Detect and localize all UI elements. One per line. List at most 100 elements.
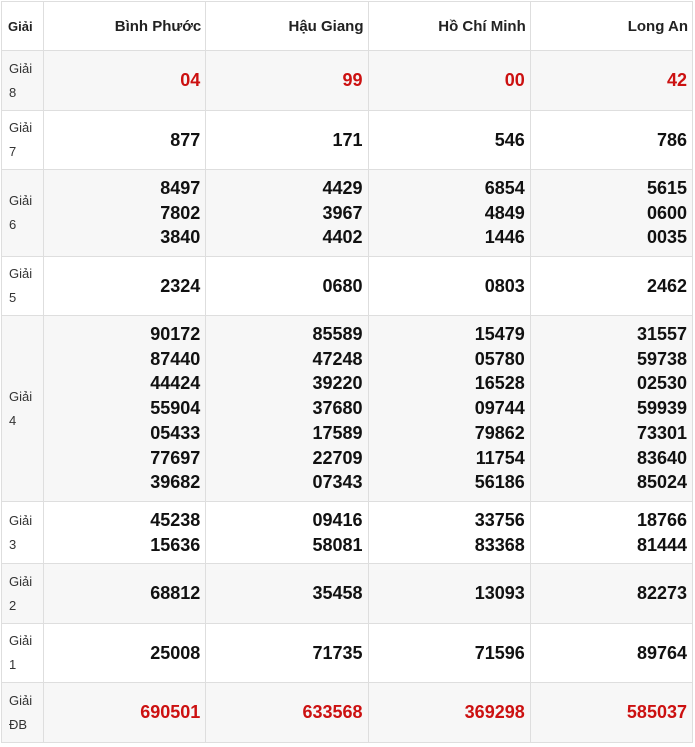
result-number: 22709	[312, 447, 363, 468]
prize-row-4: Giải 4 90172 87440 44424 55904 05433 77697 39682…	[0, 315, 694, 502]
result-number: 89764	[636, 642, 687, 663]
result-number: 690501	[140, 702, 201, 723]
result-number: 25008	[150, 642, 201, 663]
result-number: 45238	[150, 509, 201, 530]
result-cell-ho-chi-minh: 0803	[367, 256, 531, 316]
result-number: 09744	[474, 398, 525, 419]
result-number: 55904	[150, 398, 201, 419]
result-number: 17589	[312, 422, 363, 443]
result-number: 11754	[475, 447, 525, 468]
result-number: 369298	[464, 702, 525, 723]
result-number: 71735	[312, 642, 363, 663]
province-binh-phuoc: Bình Phước	[43, 1, 207, 51]
result-number: 79862	[474, 422, 525, 443]
result-number: 8497	[160, 177, 201, 198]
result-number: 13093	[474, 583, 525, 604]
result-number: 81444	[636, 534, 687, 555]
prize-label: Giải 6	[0, 169, 45, 257]
result-number: 02530	[636, 373, 687, 394]
result-number: 87440	[150, 348, 201, 369]
result-number: 47248	[312, 348, 363, 369]
result-number: 6854	[484, 177, 525, 198]
prize-label-word: Giải	[9, 633, 33, 648]
result-number: 546	[494, 129, 525, 150]
prize-label: Giải 2	[0, 563, 45, 624]
prize-label-word: Giải	[9, 692, 33, 708]
result-number: 5615	[646, 177, 687, 198]
result-number: 90172	[150, 323, 201, 344]
result-cell-long-an: 42	[529, 50, 694, 111]
prize-row-3: Giải 3 45238 15636 09416 58081 33756 83368 18766…	[0, 501, 694, 564]
result-cell-long-an: 2462	[529, 256, 694, 316]
result-number: 1446	[484, 227, 525, 248]
province-hau-giang: Hậu Giang	[205, 1, 369, 51]
result-number: 09416	[312, 509, 363, 530]
lottery-results-table: Giải Bình Phước Hậu Giang Hồ Chí Minh Lo…	[0, 1, 694, 743]
prize-label: Giải ĐB	[0, 682, 45, 743]
prize-label-word: Giải	[9, 266, 33, 281]
prize-label-rank: ĐB	[9, 716, 28, 732]
result-number: 85024	[636, 472, 687, 493]
result-number: 15636	[150, 534, 201, 555]
result-cell-binh-phuoc: 8497 7802 3840	[43, 169, 207, 257]
prize-label-word: Giải	[9, 573, 33, 589]
prize-label-word: Giải	[9, 512, 33, 528]
result-number: 59939	[636, 398, 687, 419]
result-number: 3967	[322, 202, 363, 223]
result-cell-long-an: 585037	[529, 682, 694, 743]
prize-row-7: Giải 7 877 171 546 786	[0, 110, 694, 170]
result-cell-long-an: 5615 0600 0035	[529, 169, 694, 257]
result-number: 7802	[160, 202, 201, 223]
result-cell-long-an: 82273	[529, 563, 694, 624]
result-cell-ho-chi-minh: 6854 4849 1446	[367, 169, 531, 257]
result-number: 44424	[150, 373, 201, 394]
prize-row-8: Giải 8 04 99 00 42	[0, 50, 694, 111]
result-cell-hau-giang: 85589 47248 39220 37680 17589 22709 07343	[205, 315, 369, 502]
prize-row-6: Giải 6 8497 7802 3840 4429 3967 4402 6854 4849 144…	[0, 169, 694, 257]
prize-label: Giải 5	[0, 256, 45, 316]
result-cell-hau-giang: 0680	[205, 256, 369, 316]
result-number: 0035	[646, 227, 687, 248]
result-number: 82273	[636, 583, 687, 604]
header-label: Giải	[0, 1, 45, 51]
prize-label-rank: 3	[9, 536, 17, 552]
result-number: 56186	[474, 472, 525, 493]
result-cell-hau-giang: 71735	[205, 623, 369, 683]
result-number: 31557	[636, 323, 687, 344]
result-cell-hau-giang: 633568	[205, 682, 369, 743]
result-cell-hau-giang: 35458	[205, 563, 369, 624]
result-number: 85589	[312, 323, 363, 344]
prize-row-2: Giải 2 68812 35458 13093 82273	[0, 563, 694, 624]
result-number: 05433	[150, 422, 201, 443]
result-cell-binh-phuoc: 877	[43, 110, 207, 170]
result-number: 16528	[474, 373, 525, 394]
prize-label-word: Giải	[9, 193, 33, 208]
result-number: 171	[332, 129, 363, 150]
prize-label-word: Giải	[9, 120, 33, 135]
result-number: 39682	[150, 472, 201, 493]
prize-label: Giải 1	[0, 623, 45, 683]
result-cell-binh-phuoc: 04	[43, 50, 207, 111]
result-cell-long-an: 786	[529, 110, 694, 170]
result-number: 0680	[322, 275, 363, 296]
result-number: 00	[504, 70, 525, 91]
result-number: 07343	[312, 472, 363, 493]
result-number: 2462	[646, 275, 687, 296]
result-cell-binh-phuoc: 45238 15636	[43, 501, 207, 564]
result-cell-long-an: 89764	[529, 623, 694, 683]
prize-label-rank: 8	[9, 84, 17, 100]
prize-rows: Giải 8 04 99 00 42 Giải 7 877 171 546 786 Giải 6 8497 7…	[0, 50, 694, 743]
result-cell-long-an: 31557 59738 02530 59939 73301 83640 85024	[529, 315, 694, 502]
result-number: 37680	[312, 398, 363, 419]
result-cell-long-an: 18766 81444	[529, 501, 694, 564]
prize-label-rank: 2	[9, 597, 17, 613]
prize-label: Giải 4	[0, 315, 45, 502]
result-cell-binh-phuoc: 25008	[43, 623, 207, 683]
result-cell-hau-giang: 171	[205, 110, 369, 170]
result-number: 42	[666, 70, 687, 91]
result-number: 4402	[322, 227, 363, 248]
prize-label-rank: 1	[9, 657, 17, 672]
result-number: 83368	[474, 534, 525, 555]
result-number: 05780	[474, 348, 525, 369]
result-cell-binh-phuoc: 690501	[43, 682, 207, 743]
